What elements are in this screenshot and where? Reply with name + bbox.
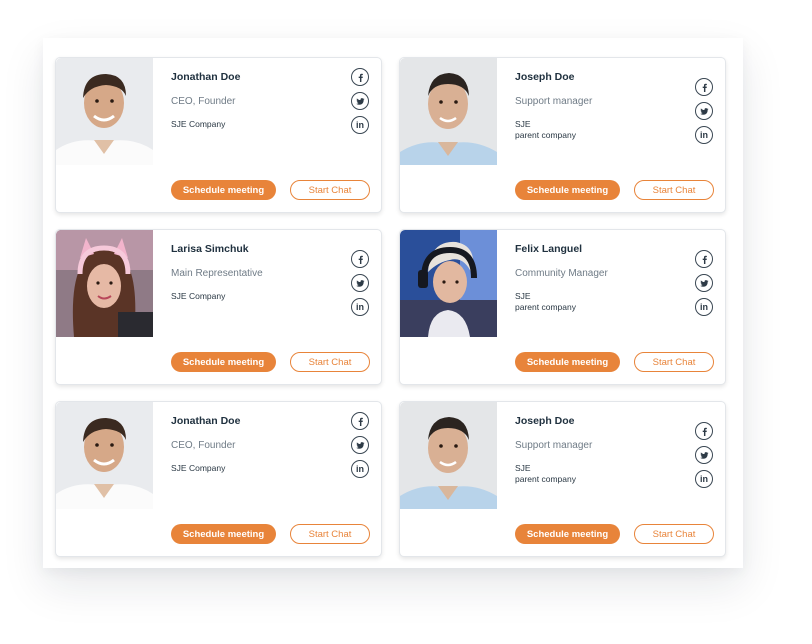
linkedin-icon[interactable]: in xyxy=(351,116,369,134)
facebook-icon[interactable] xyxy=(351,68,369,86)
facebook-icon[interactable] xyxy=(351,250,369,268)
linkedin-icon[interactable]: in xyxy=(695,298,713,316)
contact-company: SJE Company xyxy=(171,463,226,473)
contact-role: Support manager xyxy=(515,440,593,451)
linkedin-icon[interactable]: in xyxy=(351,298,369,316)
contact-card: Joseph Doe Support manager SJE parent co… xyxy=(399,57,726,213)
schedule-meeting-button[interactable]: Schedule meeting xyxy=(171,180,276,200)
contact-role: CEO, Founder xyxy=(171,96,236,107)
facebook-icon[interactable] xyxy=(695,422,713,440)
contact-role: Support manager xyxy=(515,96,593,107)
schedule-meeting-button[interactable]: Schedule meeting xyxy=(515,352,620,372)
contact-company: SJE parent company xyxy=(515,119,576,140)
start-chat-button[interactable]: Start Chat xyxy=(634,524,714,544)
start-chat-button[interactable]: Start Chat xyxy=(290,180,370,200)
contact-card: Felix Languel Community Manager SJE pare… xyxy=(399,229,726,385)
contact-card: Joseph Doe Support manager SJE parent co… xyxy=(399,401,726,557)
contact-card: Jonathan Doe CEO, Founder SJE Company in… xyxy=(55,57,382,213)
avatar xyxy=(400,230,497,337)
contact-name: Larisa Simchuk xyxy=(171,243,249,255)
twitter-icon[interactable] xyxy=(351,274,369,292)
avatar xyxy=(400,402,497,509)
start-chat-button[interactable]: Start Chat xyxy=(290,524,370,544)
linkedin-icon[interactable]: in xyxy=(695,126,713,144)
schedule-meeting-button[interactable]: Schedule meeting xyxy=(515,180,620,200)
schedule-meeting-button[interactable]: Schedule meeting xyxy=(515,524,620,544)
contact-name: Joseph Doe xyxy=(515,415,575,427)
contact-company: SJE Company xyxy=(171,291,226,301)
avatar xyxy=(56,58,153,165)
twitter-icon[interactable] xyxy=(695,274,713,292)
linkedin-icon[interactable]: in xyxy=(695,470,713,488)
facebook-icon[interactable] xyxy=(695,78,713,96)
start-chat-button[interactable]: Start Chat xyxy=(290,352,370,372)
contact-name: Joseph Doe xyxy=(515,71,575,83)
contact-company: SJE Company xyxy=(171,119,226,129)
start-chat-button[interactable]: Start Chat xyxy=(634,352,714,372)
contact-role: CEO, Founder xyxy=(171,440,236,451)
avatar xyxy=(56,230,153,337)
twitter-icon[interactable] xyxy=(351,92,369,110)
contact-name: Jonathan Doe xyxy=(171,415,241,427)
linkedin-icon[interactable]: in xyxy=(351,460,369,478)
facebook-icon[interactable] xyxy=(351,412,369,430)
avatar xyxy=(56,402,153,509)
contact-name: Jonathan Doe xyxy=(171,71,241,83)
contact-role: Community Manager xyxy=(515,268,608,279)
facebook-icon[interactable] xyxy=(695,250,713,268)
twitter-icon[interactable] xyxy=(351,436,369,454)
contact-card: Larisa Simchuk Main Representative SJE C… xyxy=(55,229,382,385)
contact-name: Felix Languel xyxy=(515,243,583,255)
twitter-icon[interactable] xyxy=(695,446,713,464)
contact-card: Jonathan Doe CEO, Founder SJE Company in… xyxy=(55,401,382,557)
start-chat-button[interactable]: Start Chat xyxy=(634,180,714,200)
contact-role: Main Representative xyxy=(171,268,263,279)
schedule-meeting-button[interactable]: Schedule meeting xyxy=(171,352,276,372)
contact-company: SJE parent company xyxy=(515,463,576,484)
schedule-meeting-button[interactable]: Schedule meeting xyxy=(171,524,276,544)
contact-company: SJE parent company xyxy=(515,291,576,312)
avatar xyxy=(400,58,497,165)
twitter-icon[interactable] xyxy=(695,102,713,120)
